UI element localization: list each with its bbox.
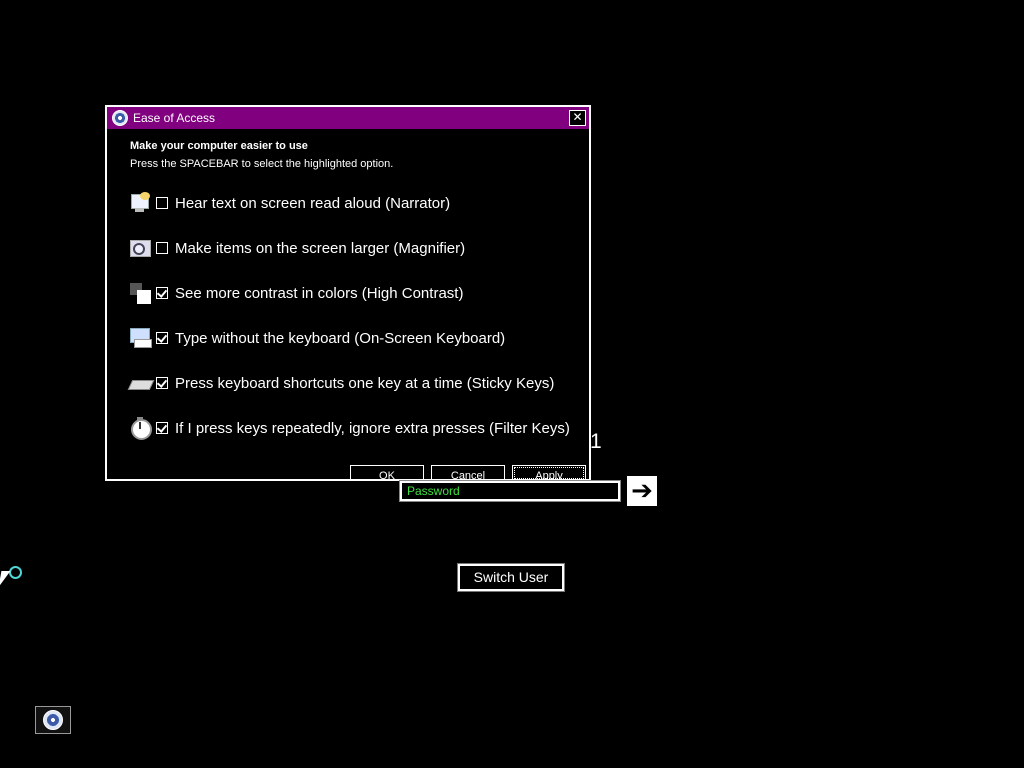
apply-button[interactable]: Apply [512,465,586,479]
option-label: If I press keys repeatedly, ignore extra… [175,419,570,437]
dialog-instruction: Press the SPACEBAR to select the highlig… [130,158,394,170]
dialog-titlebar[interactable]: Ease of Access ✕ [107,107,589,129]
dialog-heading: Make your computer easier to use [130,140,308,152]
option-label: See more contrast in colors (High Contra… [175,284,464,302]
ease-of-access-button[interactable] [35,706,71,734]
on-screen-keyboard-checkbox[interactable] [156,332,168,344]
ease-of-access-icon [43,710,63,730]
sticky-keys-checkbox[interactable] [156,377,168,389]
option-high-contrast[interactable]: See more contrast in colors (High Contra… [129,281,463,305]
high-contrast-icon [129,282,151,304]
user-number: 1 [590,430,602,453]
sticky-keys-icon [127,372,155,394]
cancel-button[interactable]: Cancel [431,465,505,479]
mouse-pointer-icon [0,571,11,587]
option-label: Press keyboard shortcuts one key at a ti… [175,374,555,392]
busy-cursor-icon [9,566,22,579]
password-input[interactable] [399,480,621,502]
filter-keys-icon [129,417,152,440]
on-screen-keyboard-icon [129,327,152,349]
option-label: Type without the keyboard (On-Screen Key… [175,329,506,347]
ease-of-access-icon [112,110,128,126]
option-magnifier[interactable]: Make items on the screen larger (Magnifi… [129,236,465,260]
switch-user-button[interactable]: Switch User [457,563,565,592]
option-label: Make items on the screen larger (Magnifi… [175,239,466,257]
option-on-screen-keyboard[interactable]: Type without the keyboard (On-Screen Key… [129,326,505,350]
high-contrast-checkbox[interactable] [156,287,168,299]
magnifier-icon [129,237,151,259]
narrator-icon [129,192,151,214]
narrator-checkbox[interactable] [156,197,168,209]
filter-keys-checkbox[interactable] [156,422,168,434]
option-label: Hear text on screen read aloud (Narrator… [175,194,451,212]
ease-of-access-dialog: Ease of Access ✕ Make your computer easi… [105,105,591,481]
magnifier-checkbox[interactable] [156,242,168,254]
arrow-right-icon: ➔ [631,476,653,506]
dialog-title: Ease of Access [133,111,216,125]
option-filter-keys[interactable]: If I press keys repeatedly, ignore extra… [129,416,570,440]
submit-arrow-button[interactable]: ➔ [627,476,657,506]
option-narrator[interactable]: Hear text on screen read aloud (Narrator… [129,191,450,215]
option-sticky-keys[interactable]: Press keyboard shortcuts one key at a ti… [127,371,555,395]
close-button[interactable]: ✕ [569,110,586,126]
ok-button[interactable]: OK [350,465,424,479]
